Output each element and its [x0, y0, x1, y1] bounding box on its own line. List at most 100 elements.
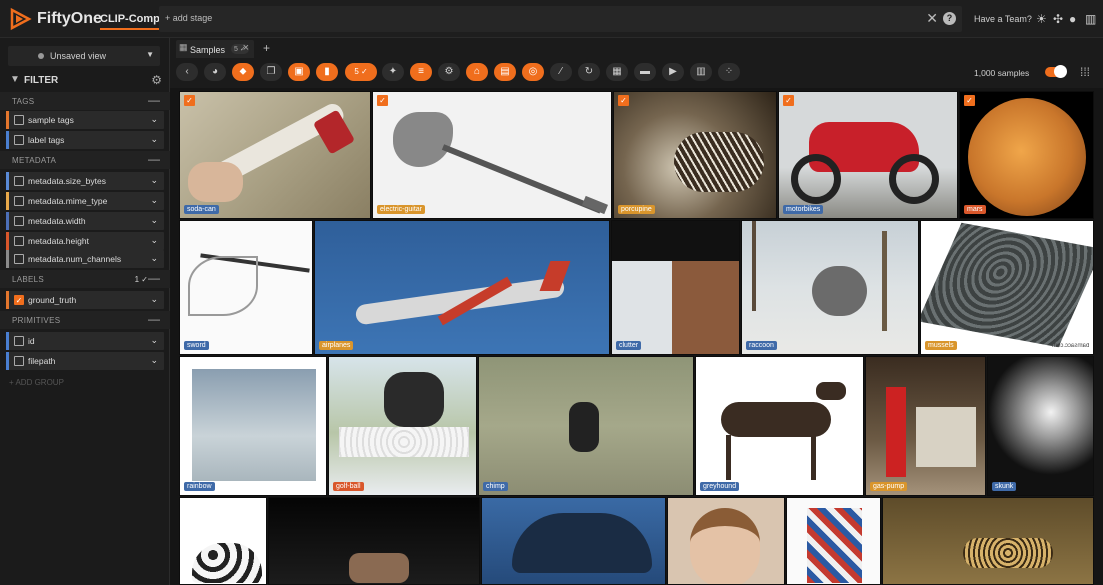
view-bar[interactable]: + add stage ✕ ? — [159, 6, 962, 32]
selected-samples-button[interactable]: 5 ✓ — [345, 63, 377, 81]
field-height[interactable]: metadata.height ⌄ — [6, 232, 164, 250]
team-link[interactable]: Have a Team? — [974, 14, 1032, 24]
fiftyone-logo-icon[interactable] — [8, 7, 32, 31]
selected-checkbox[interactable]: ✓ — [783, 95, 794, 106]
group-metadata[interactable]: METADATA — — [0, 151, 170, 169]
checkbox[interactable] — [14, 216, 24, 226]
field-label-tags[interactable]: label tags ⌄ — [6, 131, 164, 149]
checkbox[interactable] — [14, 236, 24, 246]
help-icon[interactable]: ? — [943, 12, 956, 25]
color-palette-icon[interactable]: ◕ — [204, 63, 226, 81]
histogram-icon[interactable]: ▥ — [690, 63, 712, 81]
github-icon[interactable]: ● — [1069, 12, 1076, 26]
checkbox[interactable] — [14, 176, 24, 186]
chevron-down-icon[interactable]: ⌄ — [150, 355, 158, 366]
scatter-icon[interactable]: ⁘ — [718, 63, 740, 81]
add-group-button[interactable]: + ADD GROUP — [9, 378, 64, 387]
group-labels[interactable]: LABELS 1 ✓ — — [0, 270, 170, 288]
sample-tile[interactable]: ✓ electric-guitar — [372, 91, 612, 219]
checkbox[interactable] — [14, 336, 24, 346]
sample-tile[interactable]: raccoon — [741, 220, 919, 355]
list-icon[interactable]: ≡ — [410, 63, 432, 81]
sample-tile[interactable]: ✓ mars — [959, 91, 1094, 219]
sample-tile[interactable]: ✓ soda-can — [179, 91, 371, 219]
field-width[interactable]: metadata.width ⌄ — [6, 212, 164, 230]
field-sample-tags[interactable]: sample tags ⌄ — [6, 111, 164, 129]
sample-tile[interactable]: golf-ball — [328, 356, 477, 496]
image-icon[interactable]: ▣ — [288, 63, 310, 81]
sample-tile[interactable]: barnsacc.com mussels — [920, 220, 1094, 355]
sample-tile[interactable] — [268, 497, 480, 585]
chevron-down-icon[interactable]: ⌄ — [150, 114, 158, 125]
chevron-down-icon[interactable]: ⌄ — [150, 195, 158, 206]
sample-tile[interactable]: clutter — [611, 220, 740, 355]
note-icon[interactable]: ▤ — [494, 63, 516, 81]
close-icon[interactable]: × — [243, 42, 249, 54]
sample-tile[interactable] — [667, 497, 785, 585]
collapse-icon[interactable]: — — [148, 152, 160, 166]
clear-view-icon[interactable]: ✕ — [926, 10, 938, 27]
sample-tile[interactable]: airplanes — [314, 220, 610, 355]
selected-checkbox[interactable]: ✓ — [184, 95, 195, 106]
chevron-down-icon[interactable]: ⌄ — [150, 294, 158, 305]
checkbox[interactable] — [14, 115, 24, 125]
embeddings-icon[interactable]: ▬ — [634, 63, 656, 81]
field-ground-truth[interactable]: ✓ ground_truth ⌄ — [6, 291, 164, 309]
refresh-icon[interactable]: ↻ — [578, 63, 600, 81]
field-mime-type[interactable]: metadata.mime_type ⌄ — [6, 192, 164, 210]
field-size-bytes[interactable]: metadata.size_bytes ⌄ — [6, 172, 164, 190]
dataset-selector[interactable]: CLIP-Comp — [100, 13, 160, 30]
sample-tile[interactable]: ✓ motorbikes — [778, 91, 958, 219]
field-num-channels[interactable]: metadata.num_channels ⌄ — [6, 250, 164, 268]
sample-tile[interactable] — [179, 497, 267, 585]
checkbox[interactable] — [14, 196, 24, 206]
pose-icon[interactable]: ✦ — [382, 63, 404, 81]
sample-tile[interactable]: chimp — [478, 356, 694, 496]
video-icon[interactable]: ▶ — [662, 63, 684, 81]
collapse-icon[interactable]: — — [148, 312, 160, 326]
chevron-down-icon[interactable]: ⌄ — [150, 235, 158, 246]
chevron-down-icon[interactable]: ⌄ — [150, 335, 158, 346]
checkbox-checked[interactable]: ✓ — [14, 295, 24, 305]
tab-samples[interactable]: ▦ Samples 5 ✓ × — [176, 40, 254, 58]
chevron-down-icon[interactable]: ⌄ — [150, 134, 158, 145]
table-icon[interactable]: ▦ — [606, 63, 628, 81]
gear-icon[interactable]: ⚙ — [151, 73, 162, 87]
field-id[interactable]: id ⌄ — [6, 332, 164, 350]
add-stage-input[interactable]: + add stage — [165, 13, 212, 23]
sample-tile[interactable]: skunk — [987, 356, 1094, 496]
group-tags[interactable]: TAGS — — [0, 92, 170, 110]
back-icon[interactable]: ‹ — [176, 63, 198, 81]
selected-checkbox[interactable]: ✓ — [964, 95, 975, 106]
settings-icon[interactable]: ⚙ — [438, 63, 460, 81]
field-filepath[interactable]: filepath ⌄ — [6, 352, 164, 370]
docs-icon[interactable]: ▥ — [1085, 12, 1096, 26]
chevron-down-icon[interactable]: ⌄ — [150, 253, 158, 264]
checkbox[interactable] — [14, 356, 24, 366]
saved-view-selector[interactable]: Unsaved view ▼ — [8, 46, 160, 66]
brain-icon[interactable]: ◎ — [522, 63, 544, 81]
sample-tile[interactable] — [786, 497, 881, 585]
collapse-icon[interactable]: — — [148, 93, 160, 107]
bookmark-icon[interactable]: ▮ — [316, 63, 338, 81]
sample-tile[interactable]: sword — [179, 220, 313, 355]
tag-icon[interactable]: ⬥ — [232, 63, 254, 81]
add-tab-icon[interactable]: + — [263, 41, 270, 55]
selected-checkbox[interactable]: ✓ — [618, 95, 629, 106]
copy-icon[interactable]: ❐ — [260, 63, 282, 81]
selected-checkbox[interactable]: ✓ — [377, 95, 388, 106]
lock-icon[interactable]: ⌂ — [466, 63, 488, 81]
grid-size-slider[interactable] — [1045, 65, 1067, 78]
disabled-icon[interactable]: ⁄ — [550, 63, 572, 81]
grid-settings-icon[interactable]: ⁞⁞⁞ — [1080, 65, 1090, 79]
sample-tile[interactable] — [882, 497, 1094, 585]
checkbox[interactable] — [14, 135, 24, 145]
chevron-down-icon[interactable]: ⌄ — [150, 175, 158, 186]
chevron-down-icon[interactable]: ⌄ — [150, 215, 158, 226]
slack-icon[interactable]: ✣ — [1053, 12, 1063, 26]
sample-tile[interactable]: gas-pump — [865, 356, 986, 496]
checkbox[interactable] — [14, 254, 24, 264]
sample-tile[interactable] — [481, 497, 666, 585]
sample-tile[interactable]: rainbow — [179, 356, 327, 496]
group-primitives[interactable]: PRIMITIVES — — [0, 311, 170, 329]
